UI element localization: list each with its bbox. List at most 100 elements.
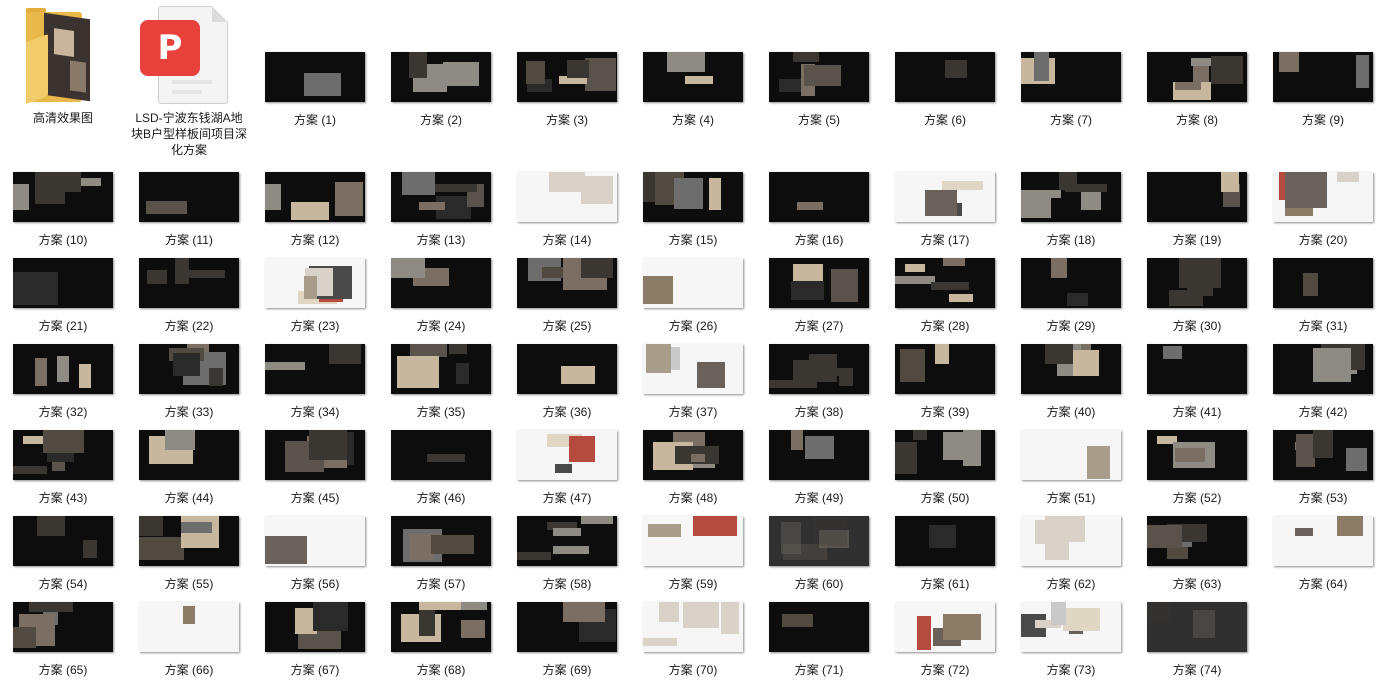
file-item[interactable]: 方案 (12): [252, 172, 378, 258]
file-item[interactable]: 方案 (73): [1008, 602, 1134, 688]
file-item[interactable]: 方案 (59): [630, 516, 756, 602]
file-item[interactable]: 方案 (25): [504, 258, 630, 344]
file-item[interactable]: 方案 (7): [1008, 52, 1134, 138]
file-item[interactable]: 方案 (56): [252, 516, 378, 602]
file-item[interactable]: 方案 (65): [0, 602, 126, 688]
file-item[interactable]: 方案 (11): [126, 172, 252, 258]
file-item[interactable]: 方案 (1): [252, 52, 378, 138]
file-item[interactable]: 方案 (58): [504, 516, 630, 602]
file-item[interactable]: 方案 (46): [378, 430, 504, 516]
file-item[interactable]: 方案 (24): [378, 258, 504, 344]
file-item[interactable]: 方案 (8): [1134, 52, 1260, 138]
file-item[interactable]: 方案 (5): [756, 52, 882, 138]
file-item[interactable]: 方案 (19): [1134, 172, 1260, 258]
file-item[interactable]: 方案 (10): [0, 172, 126, 258]
file-label: 方案 (40): [1046, 405, 1096, 419]
slide-thumbnail: [391, 516, 491, 566]
file-item[interactable]: 方案 (48): [630, 430, 756, 516]
file-item[interactable]: 方案 (14): [504, 172, 630, 258]
file-item[interactable]: 方案 (28): [882, 258, 1008, 344]
file-item[interactable]: 方案 (70): [630, 602, 756, 688]
file-item[interactable]: 方案 (43): [0, 430, 126, 516]
file-label: 方案 (48): [668, 491, 718, 505]
pdf-file-item[interactable]: P LSD-宁波东钱湖A地块B户型样板间项目深化方案: [126, 0, 252, 165]
file-item[interactable]: 方案 (60): [756, 516, 882, 602]
file-item[interactable]: 方案 (21): [0, 258, 126, 344]
file-item[interactable]: 方案 (37): [630, 344, 756, 430]
file-item[interactable]: 方案 (17): [882, 172, 1008, 258]
file-item[interactable]: 方案 (20): [1260, 172, 1384, 258]
file-label: 方案 (19): [1172, 233, 1222, 247]
file-item[interactable]: 方案 (33): [126, 344, 252, 430]
slide-thumbnail: [1021, 258, 1121, 308]
file-label: 方案 (1): [293, 113, 336, 127]
file-label: 方案 (67): [290, 663, 340, 677]
file-item[interactable]: 方案 (27): [756, 258, 882, 344]
file-label: 方案 (60): [794, 577, 844, 591]
file-item[interactable]: 方案 (72): [882, 602, 1008, 688]
slide-thumbnail: [1273, 52, 1373, 102]
file-item[interactable]: 方案 (62): [1008, 516, 1134, 602]
slide-thumbnail: [517, 172, 617, 222]
file-item[interactable]: 方案 (64): [1260, 516, 1384, 602]
file-item[interactable]: 方案 (44): [126, 430, 252, 516]
file-item[interactable]: 方案 (47): [504, 430, 630, 516]
slide-thumbnail: [139, 430, 239, 480]
file-label: 方案 (35): [416, 405, 466, 419]
file-item[interactable]: 方案 (15): [630, 172, 756, 258]
file-item[interactable]: 方案 (35): [378, 344, 504, 430]
file-item[interactable]: 方案 (32): [0, 344, 126, 430]
file-item[interactable]: 方案 (16): [756, 172, 882, 258]
file-item[interactable]: 方案 (30): [1134, 258, 1260, 344]
slide-thumbnail: [1147, 172, 1247, 222]
file-item[interactable]: 方案 (23): [252, 258, 378, 344]
file-item[interactable]: 方案 (54): [0, 516, 126, 602]
file-item[interactable]: 方案 (53): [1260, 430, 1384, 516]
file-item[interactable]: 方案 (71): [756, 602, 882, 688]
file-label: 方案 (25): [542, 319, 592, 333]
file-item[interactable]: 方案 (29): [1008, 258, 1134, 344]
file-item[interactable]: 方案 (3): [504, 52, 630, 138]
slide-thumbnail: [1021, 516, 1121, 566]
file-item[interactable]: 方案 (69): [504, 602, 630, 688]
file-item[interactable]: 方案 (6): [882, 52, 1008, 138]
slide-thumbnail: [1021, 430, 1121, 480]
file-label: 方案 (14): [542, 233, 592, 247]
file-item[interactable]: 方案 (31): [1260, 258, 1384, 344]
slide-thumbnail: [13, 172, 113, 222]
file-item[interactable]: 方案 (45): [252, 430, 378, 516]
file-item[interactable]: 方案 (34): [252, 344, 378, 430]
file-item[interactable]: 方案 (74): [1134, 602, 1260, 688]
file-item[interactable]: 方案 (22): [126, 258, 252, 344]
file-item[interactable]: 方案 (40): [1008, 344, 1134, 430]
file-item[interactable]: 方案 (63): [1134, 516, 1260, 602]
file-item[interactable]: 方案 (4): [630, 52, 756, 138]
file-item[interactable]: 方案 (50): [882, 430, 1008, 516]
file-item[interactable]: 方案 (36): [504, 344, 630, 430]
file-item[interactable]: 方案 (55): [126, 516, 252, 602]
folder-item[interactable]: 高清效果图: [0, 0, 126, 130]
file-item[interactable]: 方案 (49): [756, 430, 882, 516]
file-item[interactable]: 方案 (39): [882, 344, 1008, 430]
slide-thumbnail: [643, 602, 743, 652]
file-item[interactable]: 方案 (2): [378, 52, 504, 138]
file-item[interactable]: 方案 (9): [1260, 52, 1384, 138]
slide-thumbnail: [13, 602, 113, 652]
slide-thumbnail: [895, 602, 995, 652]
file-item[interactable]: 方案 (26): [630, 258, 756, 344]
file-item[interactable]: 方案 (57): [378, 516, 504, 602]
file-item[interactable]: 方案 (67): [252, 602, 378, 688]
file-item[interactable]: 方案 (68): [378, 602, 504, 688]
file-item[interactable]: 方案 (52): [1134, 430, 1260, 516]
file-item[interactable]: 方案 (66): [126, 602, 252, 688]
file-label: 方案 (64): [1298, 577, 1348, 591]
file-item[interactable]: 方案 (18): [1008, 172, 1134, 258]
slide-thumbnail: [391, 52, 491, 102]
file-item[interactable]: 方案 (61): [882, 516, 1008, 602]
file-label: 方案 (45): [290, 491, 340, 505]
file-item[interactable]: 方案 (42): [1260, 344, 1384, 430]
file-item[interactable]: 方案 (13): [378, 172, 504, 258]
file-item[interactable]: 方案 (41): [1134, 344, 1260, 430]
file-item[interactable]: 方案 (51): [1008, 430, 1134, 516]
file-item[interactable]: 方案 (38): [756, 344, 882, 430]
